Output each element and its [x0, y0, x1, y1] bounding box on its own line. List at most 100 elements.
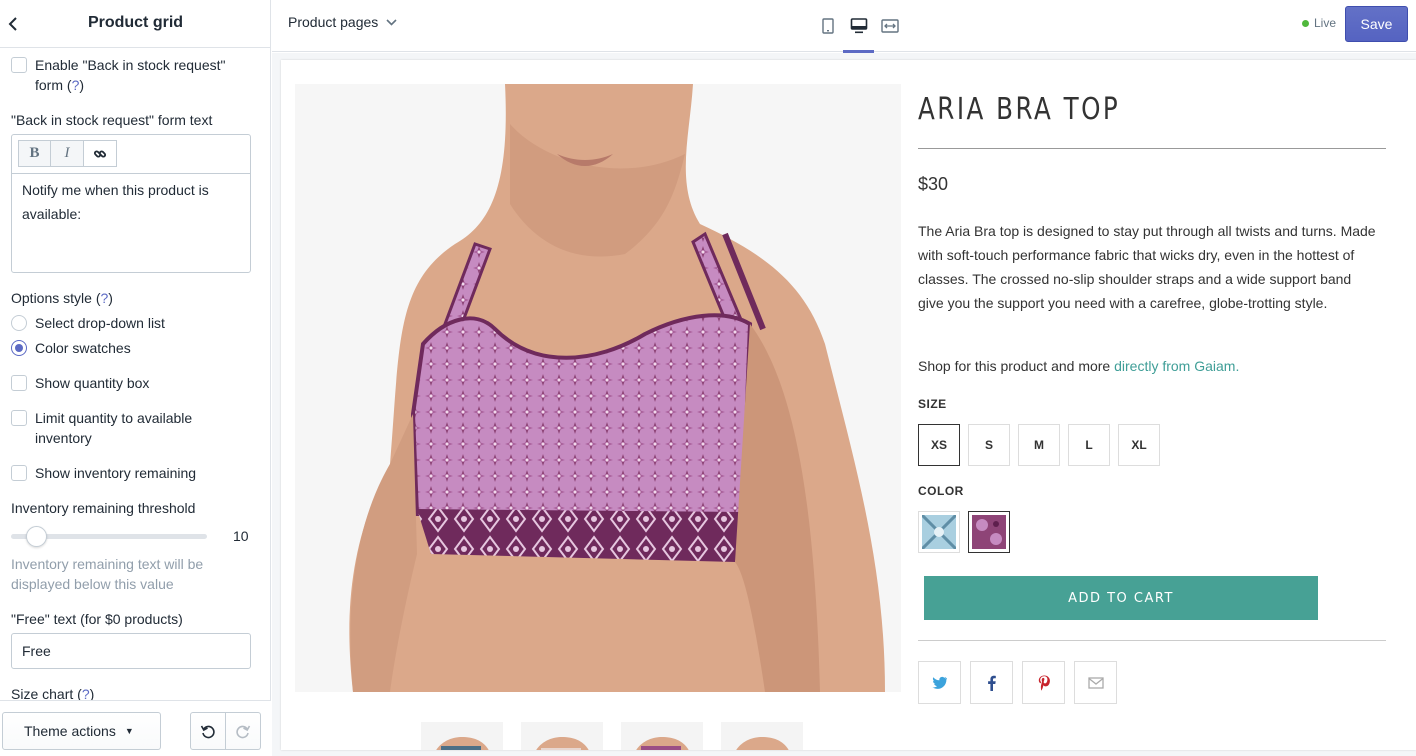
- color-label: COLOR: [918, 484, 964, 498]
- shop-more-text: Shop for this product and more directly …: [918, 356, 1239, 376]
- free-text-label: "Free" text (for $0 products): [11, 611, 183, 627]
- threshold-hint-1: Inventory remaining text will be: [11, 556, 204, 572]
- link-button[interactable]: [84, 140, 117, 167]
- pinterest-icon: [1038, 675, 1050, 690]
- page-template-select[interactable]: Product pages: [288, 14, 397, 30]
- size-chart-label-end: ): [89, 686, 95, 700]
- sidebar-settings-list[interactable]: Enable "Back in stock request" form (?) …: [0, 48, 271, 700]
- limit-quantity-checkbox[interactable]: [11, 410, 27, 426]
- fullscreen-view-button[interactable]: [874, 0, 905, 52]
- color-swatch-blue[interactable]: [918, 511, 960, 553]
- back-in-stock-checkbox[interactable]: [11, 57, 27, 73]
- editor-topbar: Product pages Live Save: [272, 0, 1416, 53]
- settings-sidebar: Product grid Enable "Back in stock reque…: [0, 0, 271, 756]
- show-quantity-checkbox[interactable]: [11, 375, 27, 391]
- page-select-label: Product pages: [288, 14, 379, 30]
- desktop-view-button[interactable]: [843, 0, 874, 53]
- threshold-slider-thumb[interactable]: [26, 526, 47, 547]
- product-photo: [295, 84, 901, 692]
- chevron-left-icon: [8, 17, 17, 31]
- theme-actions-label: Theme actions: [24, 723, 116, 739]
- size-options: XS S M L XL: [918, 424, 1168, 466]
- swatch-pattern-purple: [972, 515, 1006, 549]
- share-pinterest-button[interactable]: [1022, 661, 1065, 704]
- size-option-xs[interactable]: XS: [918, 424, 960, 466]
- color-swatches: [918, 511, 1018, 553]
- threshold-hint: Inventory remaining text will be display…: [11, 554, 203, 594]
- undo-icon: [200, 725, 215, 739]
- theme-actions-button[interactable]: Theme actions ▼: [2, 712, 161, 750]
- help-link[interactable]: ?: [82, 686, 90, 700]
- back-in-stock-label: Enable "Back in stock request" form (?): [35, 55, 225, 95]
- size-chart-label-text: Size chart (: [11, 686, 82, 700]
- threshold-label: Inventory remaining threshold: [11, 500, 196, 516]
- radio-dropdown-list[interactable]: [11, 315, 27, 331]
- size-option-xl[interactable]: XL: [1118, 424, 1160, 466]
- desktop-icon: [850, 18, 867, 34]
- limit-quantity-label-text: Limit quantity to available: [35, 410, 193, 426]
- email-icon: [1087, 676, 1104, 689]
- size-option-l[interactable]: L: [1068, 424, 1110, 466]
- live-status-label: Live: [1314, 16, 1337, 30]
- undo-button[interactable]: [190, 712, 226, 750]
- options-style-label: Options style (?): [11, 288, 113, 308]
- share-twitter-button[interactable]: [918, 661, 961, 704]
- gaiam-link[interactable]: directly from Gaiam.: [1114, 358, 1239, 374]
- thumbnail[interactable]: [421, 722, 503, 750]
- options-style-label-text: Options style (: [11, 290, 101, 306]
- undo-redo-group: [190, 712, 261, 750]
- store-preview[interactable]: ARIA BRA TOP $30 The Aria Bra top is des…: [281, 60, 1416, 750]
- back-in-stock-label-text-2: form (: [35, 77, 72, 93]
- threshold-hint-2: displayed below this value: [11, 576, 174, 592]
- viewport-switcher: [812, 0, 905, 53]
- options-style-label-end: ): [108, 290, 113, 306]
- mobile-view-button[interactable]: [812, 0, 843, 52]
- product-title: ARIA BRA TOP: [918, 92, 1121, 127]
- threshold-value: 10: [233, 528, 249, 544]
- product-description: The Aria Bra top is designed to stay put…: [918, 223, 1376, 311]
- radio-color-swatches[interactable]: [11, 340, 27, 356]
- form-text-label: "Back in stock request" form text: [11, 112, 213, 128]
- product-price: $30: [918, 174, 949, 194]
- redo-icon: [236, 725, 251, 739]
- add-to-cart-button[interactable]: ADD TO CART: [924, 576, 1318, 620]
- share-divider: [918, 640, 1386, 641]
- status-dot-icon: [1302, 19, 1309, 27]
- color-swatch-purple[interactable]: [968, 511, 1010, 553]
- save-button[interactable]: Save: [1345, 6, 1408, 42]
- radio-color-swatches-label: Color swatches: [35, 340, 131, 356]
- form-text-value[interactable]: Notify me when this product is available…: [22, 178, 242, 226]
- mobile-icon: [821, 18, 834, 34]
- bold-button[interactable]: B: [18, 140, 51, 167]
- size-option-s[interactable]: S: [968, 424, 1010, 466]
- back-in-stock-label-text-3: ): [79, 77, 85, 93]
- chevron-down-icon: [386, 18, 397, 26]
- share-email-button[interactable]: [1074, 661, 1117, 704]
- inventory-remaining-checkbox[interactable]: [11, 465, 27, 481]
- twitter-icon: [932, 676, 947, 689]
- inventory-remaining-label: Show inventory remaining: [35, 465, 197, 481]
- size-chart-label: Size chart (?): [11, 684, 94, 700]
- facebook-icon: [988, 675, 996, 691]
- italic-button[interactable]: I: [51, 140, 84, 167]
- sidebar-header: Product grid: [0, 0, 271, 48]
- thumbnail[interactable]: [521, 722, 603, 750]
- shop-more-label: Shop for this product and more: [918, 358, 1115, 374]
- product-thumbnails: [421, 722, 821, 750]
- redo-button[interactable]: [226, 712, 261, 750]
- thumbnail[interactable]: [621, 722, 703, 750]
- rich-text-editor[interactable]: B I Notify me when this product is avail…: [11, 134, 251, 273]
- free-text-input[interactable]: [11, 633, 251, 669]
- share-facebook-button[interactable]: [970, 661, 1013, 704]
- link-icon: [93, 149, 107, 158]
- limit-quantity-label: Limit quantity to available inventory: [35, 408, 192, 448]
- share-buttons: [918, 661, 1126, 704]
- size-label: SIZE: [918, 397, 947, 411]
- back-button[interactable]: [0, 0, 26, 48]
- size-option-m[interactable]: M: [1018, 424, 1060, 466]
- thumbnail[interactable]: [721, 722, 803, 750]
- limit-quantity-label-text-2: inventory: [35, 430, 92, 446]
- sidebar-footer: Theme actions ▼: [0, 700, 271, 756]
- title-divider: [918, 148, 1386, 149]
- fullscreen-icon: [880, 19, 899, 33]
